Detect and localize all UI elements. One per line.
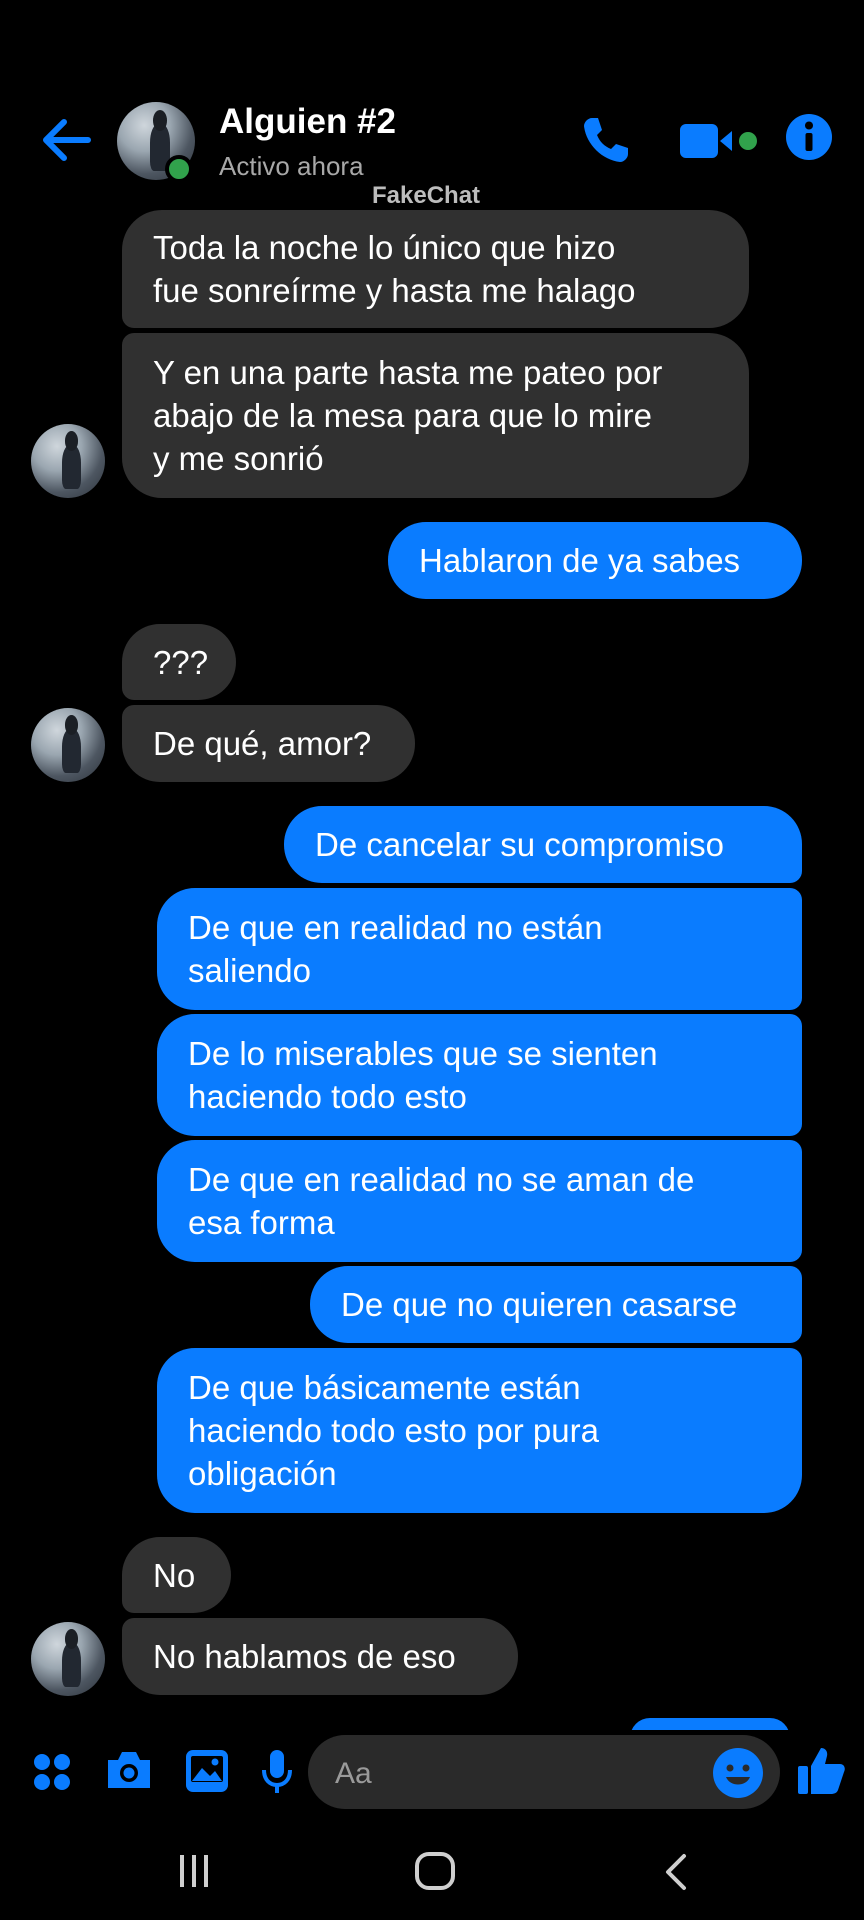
info-icon[interactable]	[784, 112, 834, 162]
message-line: ???	[153, 643, 209, 681]
sender-avatar[interactable]	[31, 424, 105, 498]
emoji-icon[interactable]	[712, 1747, 764, 1799]
sender-avatar[interactable]	[31, 708, 105, 782]
message-line: De lo miserables que se sienten	[188, 1035, 658, 1072]
message-bubble-outgoing[interactable]: De que en realidad no están saliendo	[157, 888, 802, 1010]
message-line: abajo de la mesa para que lo mire	[153, 397, 652, 434]
home-icon[interactable]	[414, 1851, 456, 1891]
message-line: fue sonreírme y hasta me halago	[153, 272, 636, 309]
recents-icon[interactable]	[176, 1853, 212, 1889]
message-line: De que en realidad no están	[188, 909, 603, 946]
chat-header: Alguien #2 Activo ahora FakeChat	[0, 0, 864, 209]
back-arrow-icon[interactable]	[38, 112, 94, 168]
message-line: esa forma	[188, 1204, 335, 1241]
message-line: De cancelar su compromiso	[315, 826, 724, 863]
message-line: Toda la noche lo único que hizo	[153, 229, 616, 266]
contact-status: Activo ahora	[219, 151, 364, 181]
sender-avatar[interactable]	[31, 1622, 105, 1696]
message-bubble-outgoing[interactable]: De que básicamente están haciendo todo e…	[157, 1348, 802, 1513]
message-bubble-outgoing[interactable]: Hablaron de ya sabes	[388, 522, 802, 599]
contact-name[interactable]: Alguien #2	[219, 102, 396, 142]
message-bubble-incoming[interactable]: Y en una parte hasta me pateo por abajo …	[122, 333, 749, 498]
apps-icon[interactable]	[32, 1752, 72, 1792]
message-line: De que no quieren casarse	[341, 1286, 738, 1323]
watermark: FakeChat	[372, 182, 481, 209]
message-line: haciendo todo esto por pura	[188, 1412, 599, 1449]
message-bubble-incoming[interactable]: ???	[122, 624, 236, 700]
online-status-dot	[165, 155, 193, 183]
message-line: y me sonrió	[153, 440, 324, 477]
message-line: De que básicamente están	[188, 1369, 581, 1406]
message-line: Y en una parte hasta me pateo por	[153, 354, 663, 391]
message-bubble-outgoing[interactable]: De cancelar su compromiso	[284, 806, 802, 883]
gallery-icon[interactable]	[184, 1748, 230, 1794]
video-icon[interactable]	[678, 118, 760, 164]
message-bubble-incoming[interactable]: De qué, amor?	[122, 705, 415, 782]
message-bubble-outgoing[interactable]: De que no quieren casarse	[310, 1266, 802, 1343]
message-bubble-outgoing[interactable]: De lo miserables que se sienten haciendo…	[157, 1014, 802, 1136]
camera-icon[interactable]	[104, 1748, 154, 1792]
message-line: De que en realidad no se aman de	[188, 1161, 695, 1198]
message-bubble-outgoing[interactable]: De que en realidad no se aman de esa for…	[157, 1140, 802, 1262]
mic-icon[interactable]	[260, 1748, 294, 1796]
message-input[interactable]	[308, 1735, 780, 1809]
message-bubble-incoming[interactable]: No	[122, 1537, 231, 1613]
message-bubble-incoming[interactable]: Toda la noche lo único que hizo fue sonr…	[122, 210, 749, 328]
message-line: haciendo todo esto	[188, 1078, 467, 1115]
message-line: No hablamos de eso	[153, 1638, 456, 1675]
like-icon[interactable]	[796, 1744, 846, 1796]
back-icon[interactable]	[662, 1852, 690, 1892]
message-line: saliendo	[188, 952, 311, 989]
message-line: De qué, amor?	[153, 725, 372, 762]
message-line: Hablaron de ya sabes	[419, 542, 741, 579]
message-line: No	[153, 1556, 196, 1594]
message-line: obligación	[188, 1455, 337, 1492]
phone-icon[interactable]	[578, 112, 634, 168]
message-input-placeholder: Aa	[335, 1757, 372, 1790]
chat-screen: Alguien #2 Activo ahora FakeChat Toda la…	[0, 0, 864, 1920]
message-bubble-incoming[interactable]: No hablamos de eso	[122, 1618, 518, 1695]
